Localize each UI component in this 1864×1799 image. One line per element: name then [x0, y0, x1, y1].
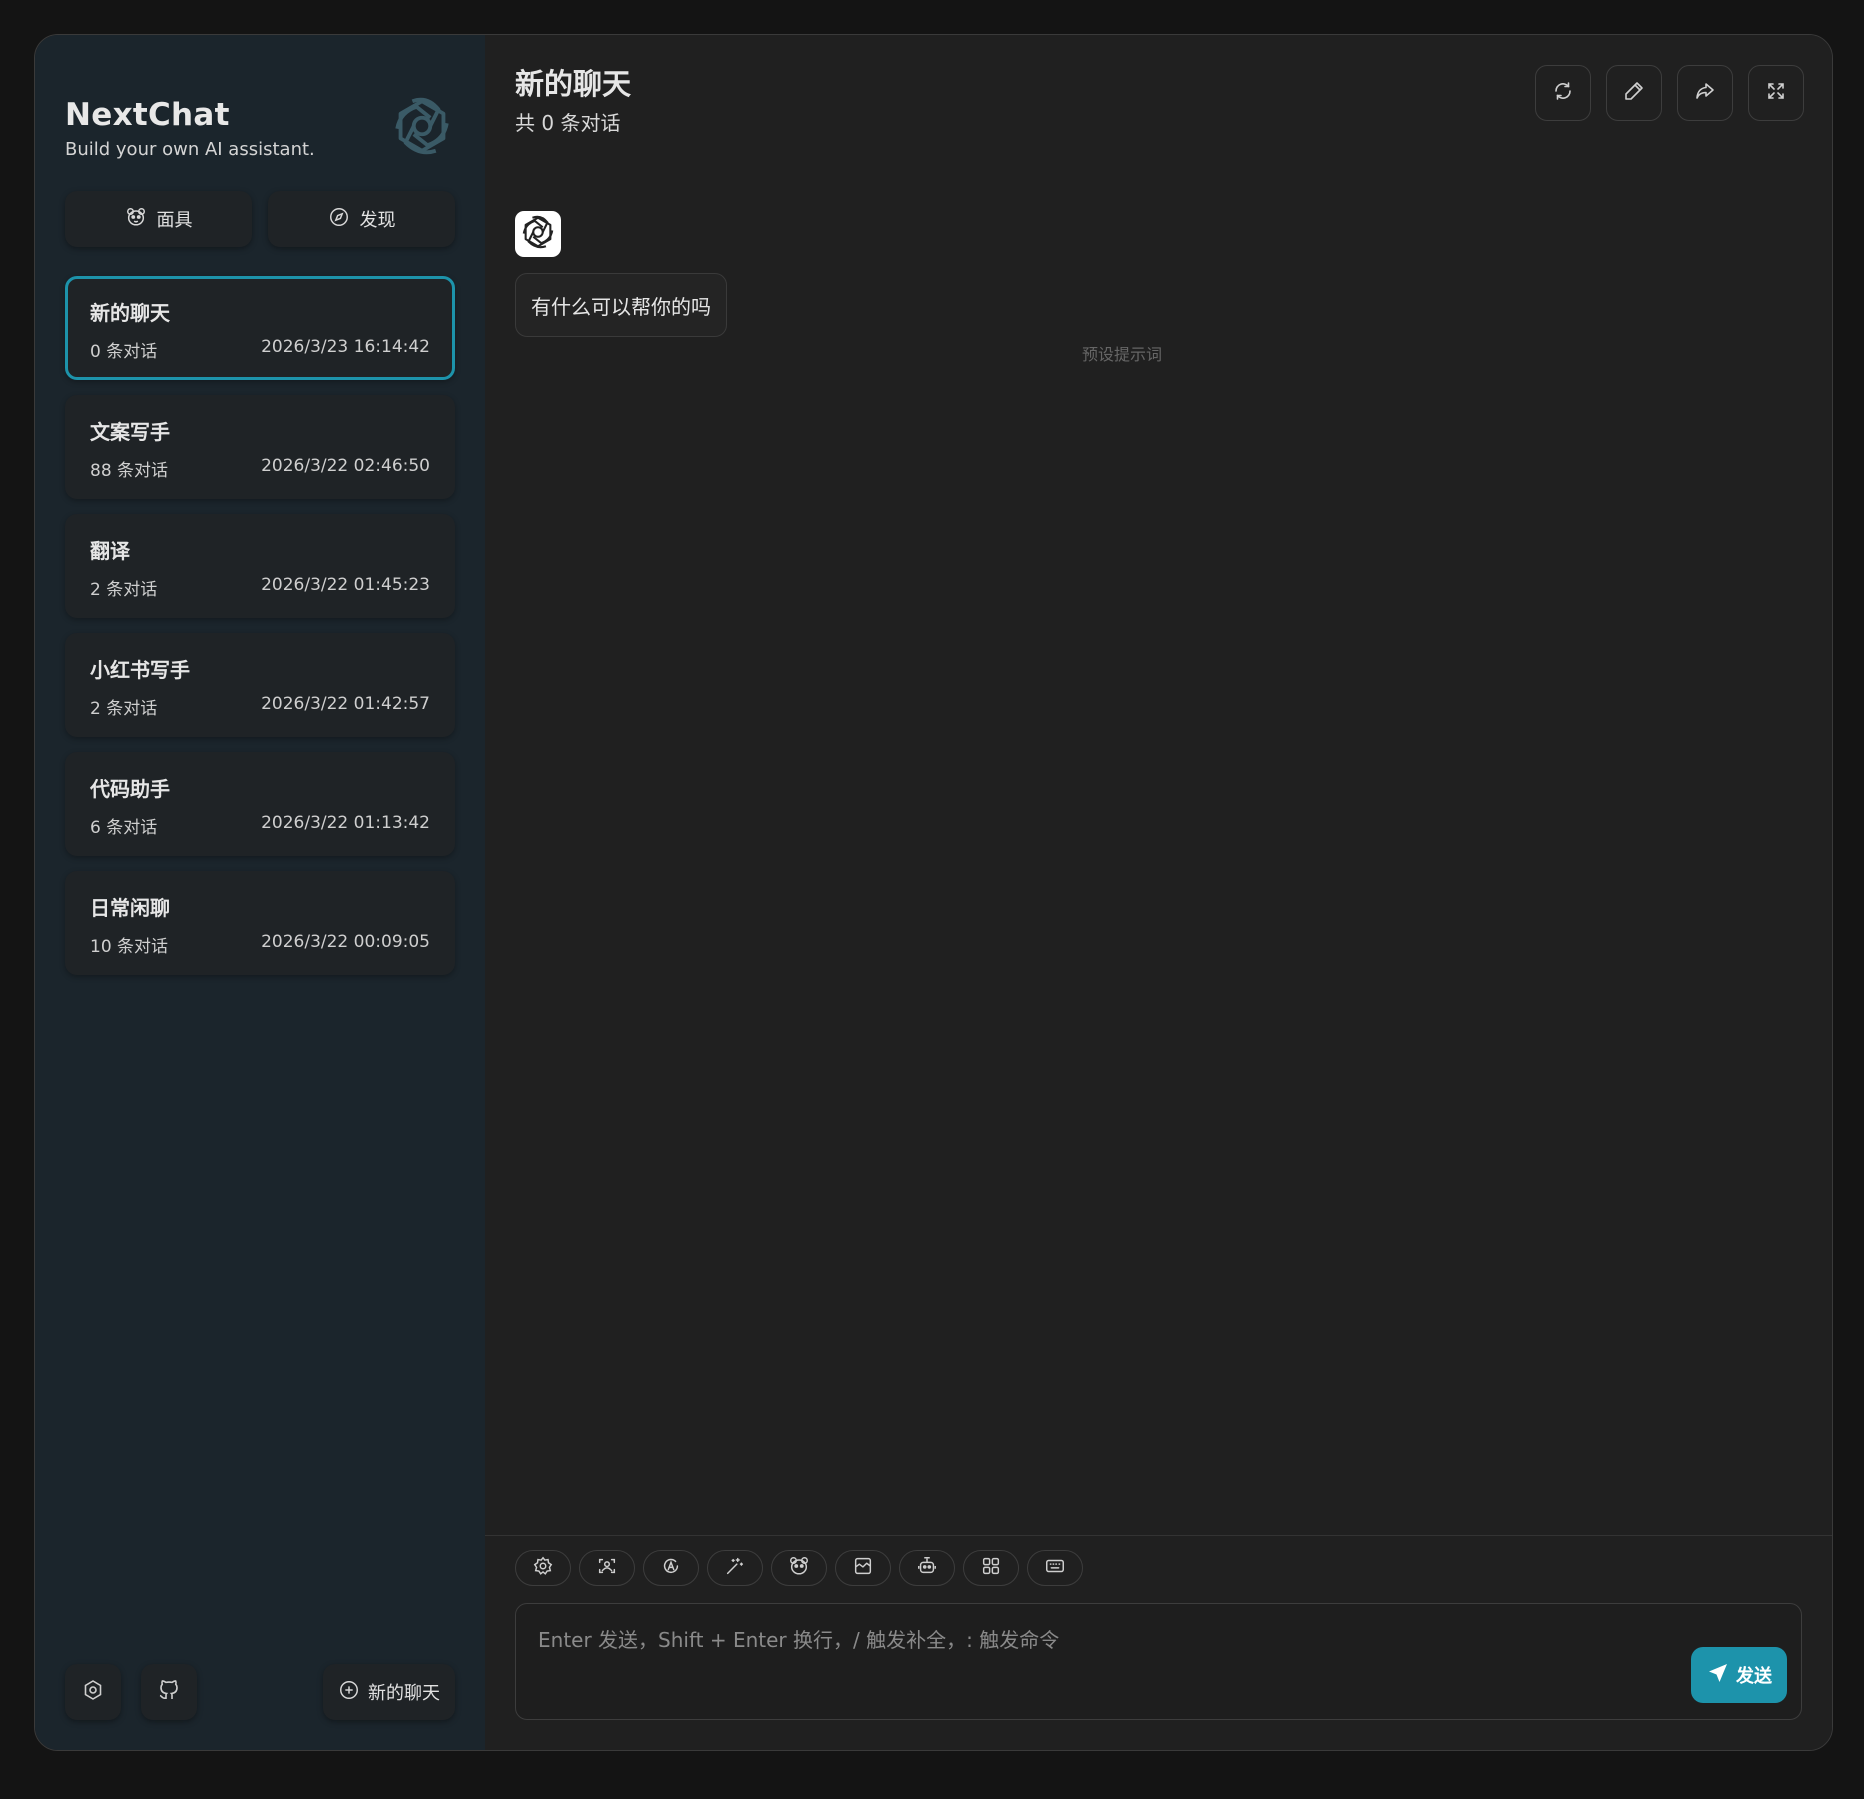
share-button[interactable] [1677, 65, 1733, 121]
settings-button[interactable] [65, 1664, 121, 1720]
chat-item[interactable]: 文案写手 88 条对话 2026/3/22 02:46:50 [65, 395, 455, 499]
gallery-icon [852, 1555, 874, 1581]
chat-item-time: 2026/3/22 02:46:50 [261, 456, 430, 476]
github-icon [157, 1678, 181, 1706]
keyboard-icon [1044, 1555, 1066, 1581]
theme-button[interactable] [643, 1550, 699, 1586]
fullscreen-button[interactable] [1748, 65, 1804, 121]
chat-item[interactable]: 小红书写手 2 条对话 2026/3/22 01:42:57 [65, 633, 455, 737]
chat-list: 新的聊天 0 条对话 2026/3/23 16:14:42 文案写手 88 条对… [65, 276, 455, 990]
message-input[interactable] [516, 1604, 1801, 1719]
chat-item[interactable]: 代码助手 6 条对话 2026/3/22 01:13:42 [65, 752, 455, 856]
chat-item-title: 小红书写手 [90, 658, 190, 682]
chat-item-title: 新的聊天 [90, 301, 170, 325]
chat-item-time: 2026/3/22 01:45:23 [261, 575, 430, 595]
sidebar: NextChat Build your own AI assistant. 面具… [35, 35, 485, 1750]
edit-icon [1622, 79, 1646, 107]
model-button[interactable] [899, 1550, 955, 1586]
chat-item[interactable]: 翻译 2 条对话 2026/3/22 01:45:23 [65, 514, 455, 618]
send-button[interactable]: 发送 [1691, 1647, 1787, 1703]
chat-item-count: 2 条对话 [90, 699, 158, 719]
magic-icon [724, 1555, 746, 1581]
chat-item-title: 代码助手 [90, 777, 170, 801]
chat-settings-button[interactable] [515, 1550, 571, 1586]
refresh-button[interactable] [1535, 65, 1591, 121]
header-actions [1535, 65, 1804, 121]
sidebar-nav: 面具 发现 [65, 191, 455, 247]
scroll-to-bottom-button[interactable] [579, 1550, 635, 1586]
chat-subtitle: 共 0 条对话 [515, 111, 621, 135]
masks-button[interactable]: 面具 [65, 191, 252, 247]
share-icon [1693, 79, 1717, 107]
chat-item-count: 88 条对话 [90, 461, 169, 481]
input-toolbar [515, 1550, 1083, 1586]
chat-item-time: 2026/3/22 01:42:57 [261, 694, 430, 714]
new-chat-label: 新的聊天 [368, 1683, 440, 1704]
brand: NextChat Build your own AI assistant. [65, 97, 315, 160]
send-label: 发送 [1736, 1666, 1772, 1687]
discover-label: 发现 [359, 210, 396, 231]
bot-avatar [515, 211, 561, 257]
brand-subtitle: Build your own AI assistant. [65, 139, 315, 160]
chat-item-title: 日常闲聊 [90, 896, 170, 920]
chat-item-title: 文案写手 [90, 420, 170, 444]
image-icon [596, 1555, 618, 1581]
masks-label: 面具 [156, 210, 193, 231]
chat-item-title: 翻译 [90, 539, 130, 563]
clear-context-button[interactable] [835, 1550, 891, 1586]
openai-logo-icon [389, 93, 455, 159]
app-window: NextChat Build your own AI assistant. 面具… [34, 34, 1833, 1751]
chat-title[interactable]: 新的聊天 [515, 61, 631, 103]
new-chat-button[interactable]: 新的聊天 [323, 1664, 455, 1720]
github-button[interactable] [141, 1664, 197, 1720]
message-input-box: 发送 [515, 1603, 1802, 1720]
chat-item-time: 2026/3/22 01:13:42 [261, 813, 430, 833]
prompt-button[interactable] [707, 1550, 763, 1586]
chat-item-count: 6 条对话 [90, 818, 158, 838]
robot-icon [916, 1555, 938, 1581]
mask-icon [125, 206, 147, 233]
settings-icon [81, 1678, 105, 1706]
bot-message-bubble: 有什么可以帮你的吗 [515, 273, 727, 337]
fullscreen-icon [1764, 79, 1788, 107]
shortcuts-button[interactable] [1027, 1550, 1083, 1586]
brand-title: NextChat [65, 97, 230, 133]
chat-item-count: 10 条对话 [90, 937, 169, 957]
sidebar-footer: 新的聊天 [65, 1664, 455, 1720]
chat-header: 新的聊天 共 0 条对话 [515, 61, 631, 136]
compass-icon [328, 206, 350, 233]
chat-item-count: 0 条对话 [90, 342, 158, 362]
chat-item[interactable]: 新的聊天 0 条对话 2026/3/23 16:14:42 [65, 276, 455, 380]
plugins-button[interactable] [963, 1550, 1019, 1586]
mask-icon [788, 1555, 810, 1581]
chat-item-time: 2026/3/23 16:14:42 [261, 337, 430, 357]
edit-button[interactable] [1606, 65, 1662, 121]
settings-icon [532, 1555, 554, 1581]
send-icon [1706, 1661, 1730, 1690]
discover-button[interactable]: 发现 [268, 191, 455, 247]
auto-icon [660, 1555, 682, 1581]
chat-item-count: 2 条对话 [90, 580, 158, 600]
refresh-icon [1551, 79, 1575, 107]
chat-item-time: 2026/3/22 00:09:05 [261, 932, 430, 952]
chat-main: 新的聊天 共 0 条对话 有什么可以帮你的吗 预设提示词 Enter 发送，Sh… [485, 35, 1832, 1750]
mask-button[interactable] [771, 1550, 827, 1586]
grid-icon [980, 1555, 1002, 1581]
add-circle-icon [338, 1679, 360, 1706]
openai-logo-icon [519, 213, 557, 255]
input-panel: 发送 [485, 1535, 1832, 1750]
message-note: 预设提示词 [1082, 345, 1163, 364]
chat-item[interactable]: 日常闲聊 10 条对话 2026/3/22 00:09:05 [65, 871, 455, 975]
